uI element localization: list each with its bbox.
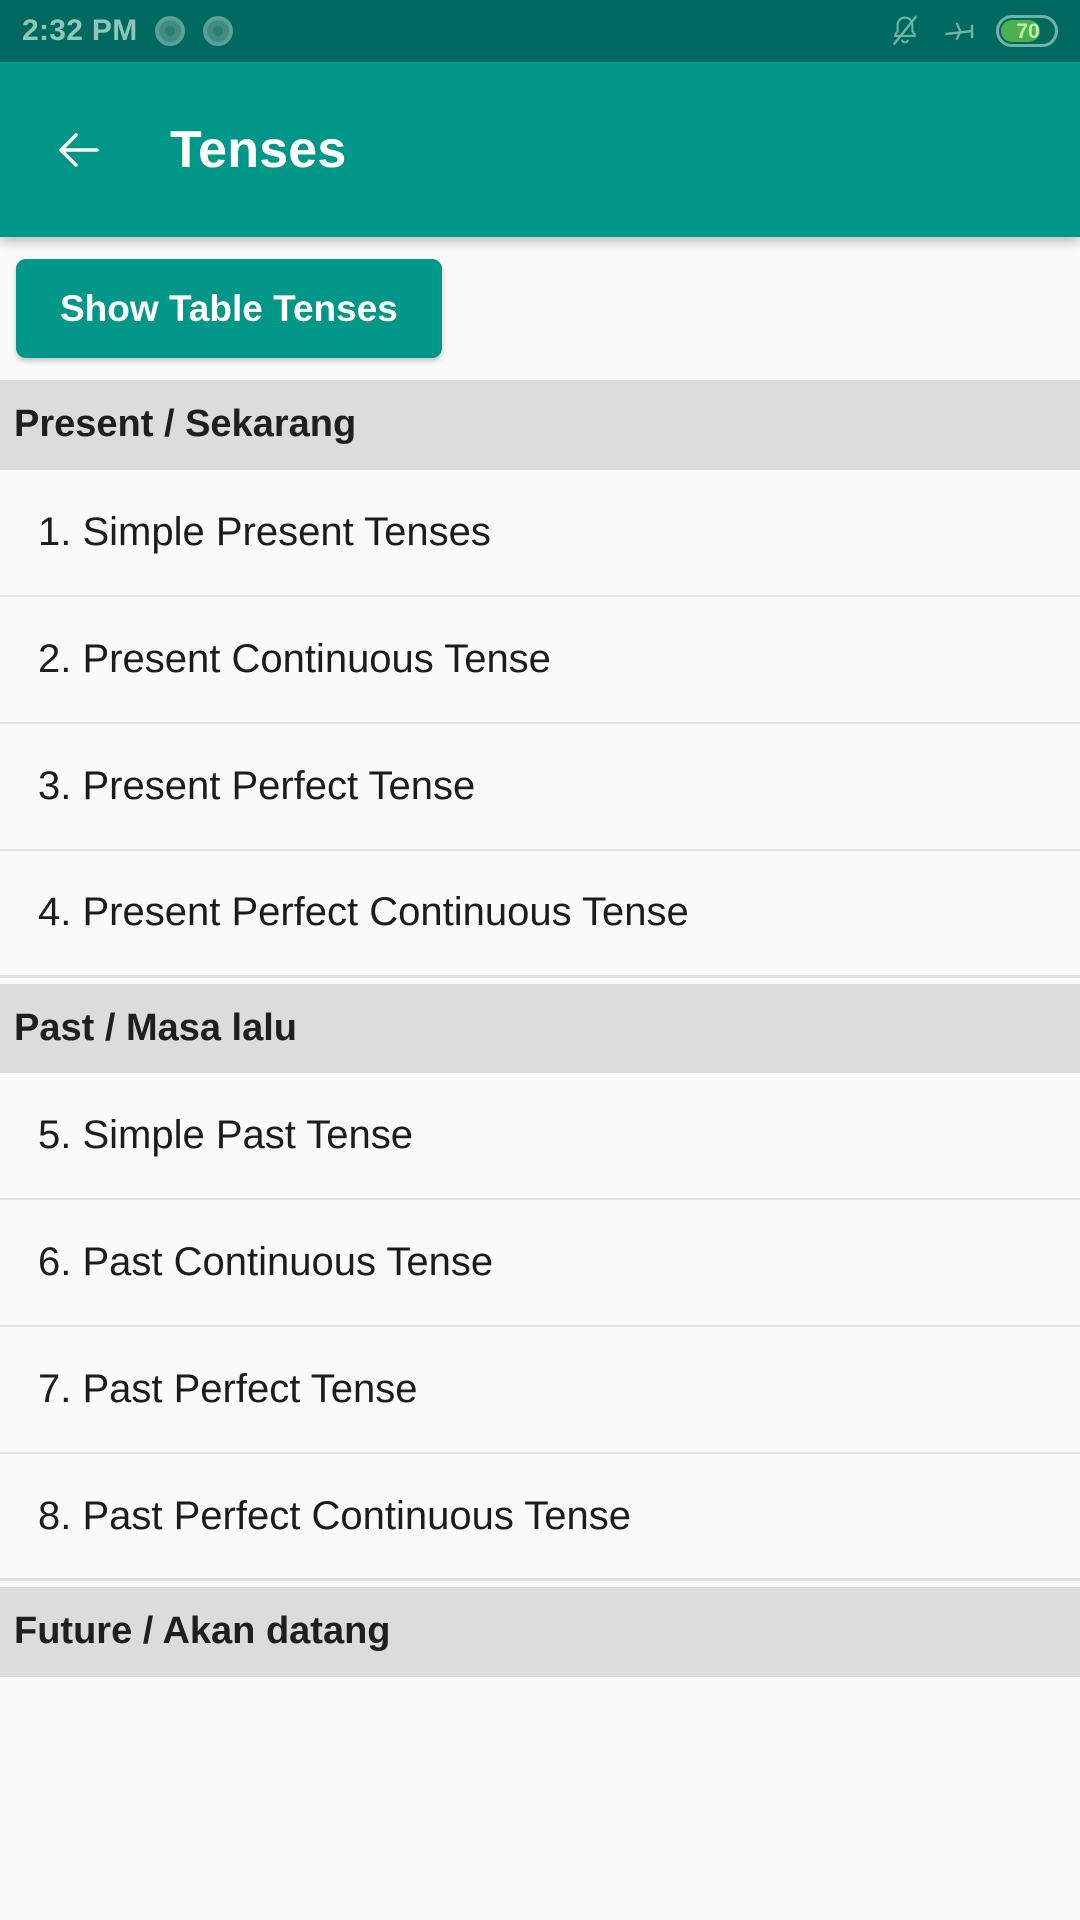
- section-header-present: Present / Sekarang: [0, 380, 1080, 470]
- status-bar-clock: 2:32 PM: [22, 14, 138, 47]
- list-item[interactable]: 7. Past Perfect Tense: [0, 1327, 1080, 1455]
- battery-icon: 70: [996, 15, 1058, 47]
- status-bar-left: 2:32 PM: [22, 16, 888, 46]
- list-item[interactable]: 2. Present Continuous Tense: [0, 596, 1080, 724]
- section-header-past: Past / Masa lalu: [0, 983, 1080, 1074]
- battery-level-label: 70: [1016, 19, 1040, 43]
- page-title: Tenses: [170, 120, 347, 179]
- section-list-present: 1. Simple Present Tenses 2. Present Cont…: [0, 469, 1080, 978]
- show-table-tenses-button[interactable]: Show Table Tenses: [16, 259, 442, 358]
- back-arrow-icon[interactable]: [50, 121, 108, 179]
- app-toolbar: Tenses: [0, 62, 1080, 237]
- section-list-past: 5. Simple Past Tense 6. Past Continuous …: [0, 1073, 1080, 1582]
- bell-muted-icon: [888, 13, 922, 49]
- list-item[interactable]: 6. Past Continuous Tense: [0, 1200, 1080, 1328]
- airplane-mode-icon: [939, 14, 979, 48]
- notification-dot-icon: [155, 16, 186, 46]
- status-bar-right: 70: [888, 13, 1058, 49]
- action-button-area: Show Table Tenses: [0, 237, 1080, 380]
- notification-dot-icon: [203, 16, 234, 46]
- list-item[interactable]: 1. Simple Present Tenses: [0, 469, 1080, 597]
- section-header-future: Future / Akan datang: [0, 1587, 1080, 1678]
- status-bar: 2:32 PM 70: [0, 0, 1080, 62]
- main-content: Show Table Tenses Present / Sekarang 1. …: [0, 237, 1080, 1678]
- list-item[interactable]: 5. Simple Past Tense: [0, 1073, 1080, 1201]
- list-item[interactable]: 8. Past Perfect Continuous Tense: [0, 1454, 1080, 1582]
- list-item[interactable]: 3. Present Perfect Tense: [0, 723, 1080, 851]
- list-item[interactable]: 4. Present Perfect Continuous Tense: [0, 850, 1080, 978]
